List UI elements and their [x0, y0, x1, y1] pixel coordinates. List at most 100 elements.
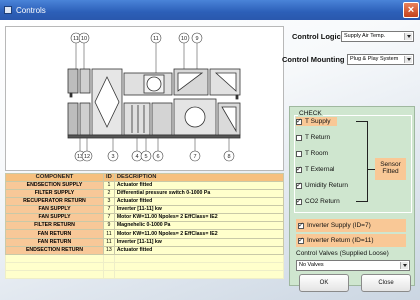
app-icon: [4, 6, 12, 14]
callout-label: 3: [111, 154, 114, 160]
checkbox-inverter-supply[interactable]: Inverter Supply (ID=7): [296, 219, 406, 232]
ok-button[interactable]: OK: [299, 274, 349, 292]
cell-description: Inverter [11-11] kw: [113, 205, 285, 215]
empty-cell: [113, 253, 285, 263]
column-header-component: COMPONENT: [5, 173, 104, 182]
cell-description: Actuator fitted: [113, 197, 285, 207]
control-logic-select[interactable]: Supply Air Temp.: [341, 31, 414, 42]
sensor-fitted-line1: Sensor: [380, 161, 401, 168]
cell-description: Motor KW=11.00 Npoles= 2 EffClass= IE2: [113, 229, 285, 239]
callout-label: 11: [153, 36, 159, 42]
checkbox-box[interactable]: [296, 134, 302, 141]
table-row: FAN SUPPLY 7 Inverter [11-11] kw: [5, 205, 285, 215]
checkbox-box[interactable]: [298, 236, 304, 244]
callout-label: 5: [144, 154, 147, 160]
empty-cell: [113, 261, 285, 271]
table-row: FILTER RETURN 9 Magnehelic 0-1000 Pa: [5, 221, 285, 231]
table-row: RECUPERATOR RETURN 3 Actuator fitted: [5, 197, 285, 207]
chevron-down-icon[interactable]: [404, 33, 412, 40]
cell-description: Differential pressure switch 0-1000 Pa: [113, 189, 285, 199]
column-header-id: ID: [103, 173, 115, 182]
checkbox-box[interactable]: [296, 150, 302, 157]
cell-id: 7: [103, 213, 115, 223]
window-titlebar: Controls ×: [0, 0, 420, 20]
cell-id: 2: [103, 189, 115, 199]
checkbox-box[interactable]: [298, 221, 304, 229]
cell-id: 1: [103, 180, 115, 191]
cell-id: 7: [103, 205, 115, 215]
empty-cell: [5, 261, 104, 271]
sensor-bracket-connector: [368, 169, 375, 170]
callout-label: 4: [135, 154, 138, 160]
sensor-bracket: [356, 121, 368, 202]
cell-id: 3: [103, 197, 115, 207]
callout-label: 8: [227, 154, 230, 160]
unit-diagram: 11 10 11 10 9 13 12 3 4 5 6 7 8: [5, 26, 284, 171]
control-valves-value: No Valves: [299, 262, 324, 268]
sensor-fitted-line2: Fitted: [382, 168, 399, 175]
checkbox-t-external[interactable]: T External: [296, 165, 335, 174]
checkbox-t-room[interactable]: T Room: [296, 149, 328, 158]
empty-cell: [113, 269, 285, 280]
checkbox-label: T Room: [305, 150, 328, 157]
control-mounting-select[interactable]: Plug & Play System: [347, 54, 414, 65]
control-valves-select[interactable]: No Valves: [296, 260, 410, 271]
close-button[interactable]: Close: [361, 274, 411, 292]
checkbox-t-supply[interactable]: T Supply: [296, 117, 337, 126]
cell-description: Magnehelic 0-1000 Pa: [113, 221, 285, 231]
chevron-down-icon[interactable]: [404, 56, 412, 63]
check-panel: CHECK T Supply T Return T Room T Externa…: [289, 106, 415, 286]
table-header-row: COMPONENT ID DESCRIPTION: [5, 173, 285, 182]
empty-cell: [103, 253, 115, 263]
empty-cell: [103, 269, 115, 280]
cell-description: Inverter [11-11] kw: [113, 237, 285, 247]
control-logic-value: Supply Air Temp.: [344, 33, 386, 39]
column-header-description: DESCRIPTION: [113, 173, 285, 182]
table-row: ENDSECTION SUPPLY 1 Actuator fitted: [5, 180, 285, 191]
table-row: FAN RETURN 11 Inverter [11-11] kw: [5, 237, 285, 247]
empty-table-row: [5, 261, 285, 271]
checkbox-label: Inverter Return (ID=11): [307, 237, 374, 244]
checkbox-box[interactable]: [296, 197, 302, 205]
callout-label: 12: [84, 154, 90, 160]
empty-cell: [5, 253, 104, 263]
empty-cell: [103, 261, 115, 271]
cell-description: Actuator fitted: [113, 245, 285, 255]
cell-description: Actuator fitted: [113, 180, 285, 191]
checkbox-inverter-return[interactable]: Inverter Return (ID=11): [296, 234, 406, 247]
callout-label: 7: [193, 154, 196, 160]
cell-component: FAN SUPPLY: [5, 213, 104, 223]
cell-description: Motor KW=11.00 Npoles= 2 EffClass= IE2: [113, 213, 285, 223]
checkbox-label: T Return: [305, 134, 331, 141]
chevron-down-icon[interactable]: [400, 262, 408, 269]
table-row: FAN SUPPLY 7 Motor KW=11.00 Npoles= 2 EffC…: [5, 213, 285, 223]
cell-component: ENDSECTION SUPPLY: [5, 180, 104, 191]
close-window-button[interactable]: ×: [403, 2, 419, 18]
checkbox-co2-return[interactable]: CO2 Return: [296, 197, 340, 206]
checkbox-box[interactable]: [296, 165, 302, 173]
checkbox-box[interactable]: [296, 181, 302, 189]
supply-filter: [79, 102, 91, 136]
callout-label: 6: [156, 154, 159, 160]
supply-heater-section: [151, 102, 173, 136]
table-row: ENDSECTION RETURN 13 Actuator fitted: [5, 245, 285, 255]
callout-label: 9: [195, 36, 198, 42]
table-row: FILTER SUPPLY 2 Differential pressure swit…: [5, 189, 285, 199]
callout-label: 10: [181, 36, 187, 42]
control-valves-label: Control Valves (Supplied Loose): [296, 250, 389, 257]
checkbox-t-return[interactable]: T Return: [296, 133, 330, 142]
return-filter: [79, 68, 91, 94]
checkbox-label: T Supply: [305, 118, 331, 125]
components-table-body: ENDSECTION SUPPLY 1 Actuator fitted FILTER …: [5, 180, 285, 280]
checkbox-umidity-return[interactable]: Umidity Return: [296, 181, 348, 190]
checkbox-box[interactable]: [296, 117, 302, 125]
control-mounting-label: Control Mounting: [282, 55, 345, 64]
supply-coil-section: [123, 102, 151, 136]
control-logic-label: Control Logic: [292, 32, 341, 41]
return-damper: [67, 68, 79, 94]
cell-id: 13: [103, 245, 115, 255]
sensor-fitted-label: Sensor Fitted: [375, 158, 406, 180]
checkbox-label: Umidity Return: [305, 182, 348, 189]
control-mounting-value: Plug & Play System: [350, 56, 399, 62]
table-row: FAN RETURN 11 Motor KW=11.00 Npoles= 2 Eff…: [5, 229, 285, 239]
